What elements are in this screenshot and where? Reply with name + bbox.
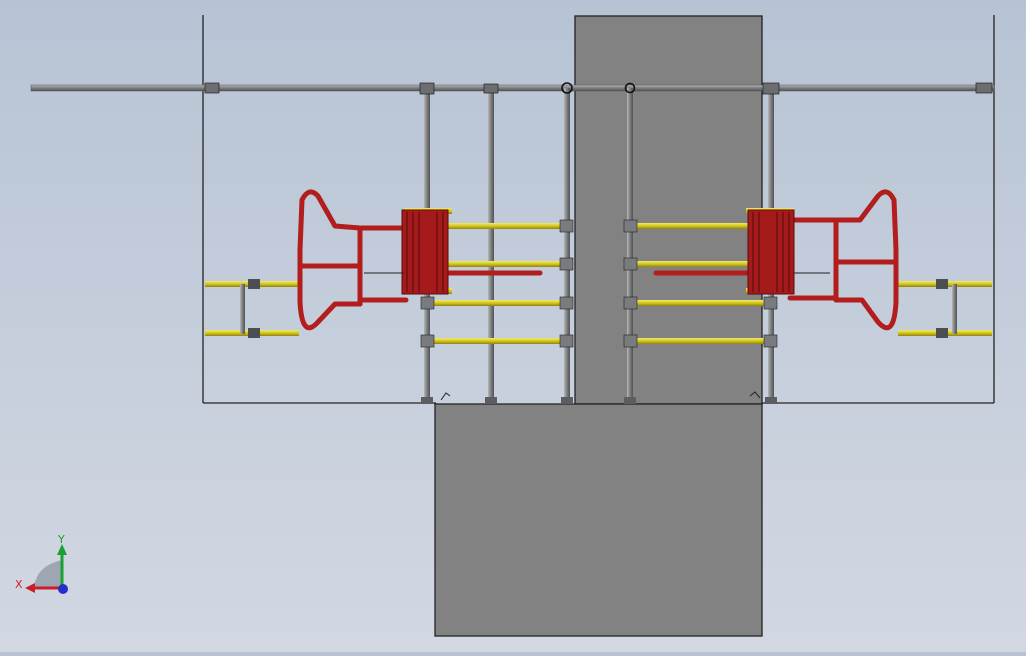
coordinate-triad-icon: Y X xyxy=(15,533,68,594)
top-rail xyxy=(30,84,995,92)
triad-x-label: X xyxy=(15,578,23,591)
cad-drawing: Y X xyxy=(15,15,995,637)
red-head-right xyxy=(747,209,795,295)
cad-viewport[interactable]: Y X xyxy=(0,0,1026,652)
triad-y-label: Y xyxy=(57,533,65,546)
center-column-slab xyxy=(574,15,763,405)
red-head-left xyxy=(401,209,449,295)
lower-slab xyxy=(434,403,763,637)
